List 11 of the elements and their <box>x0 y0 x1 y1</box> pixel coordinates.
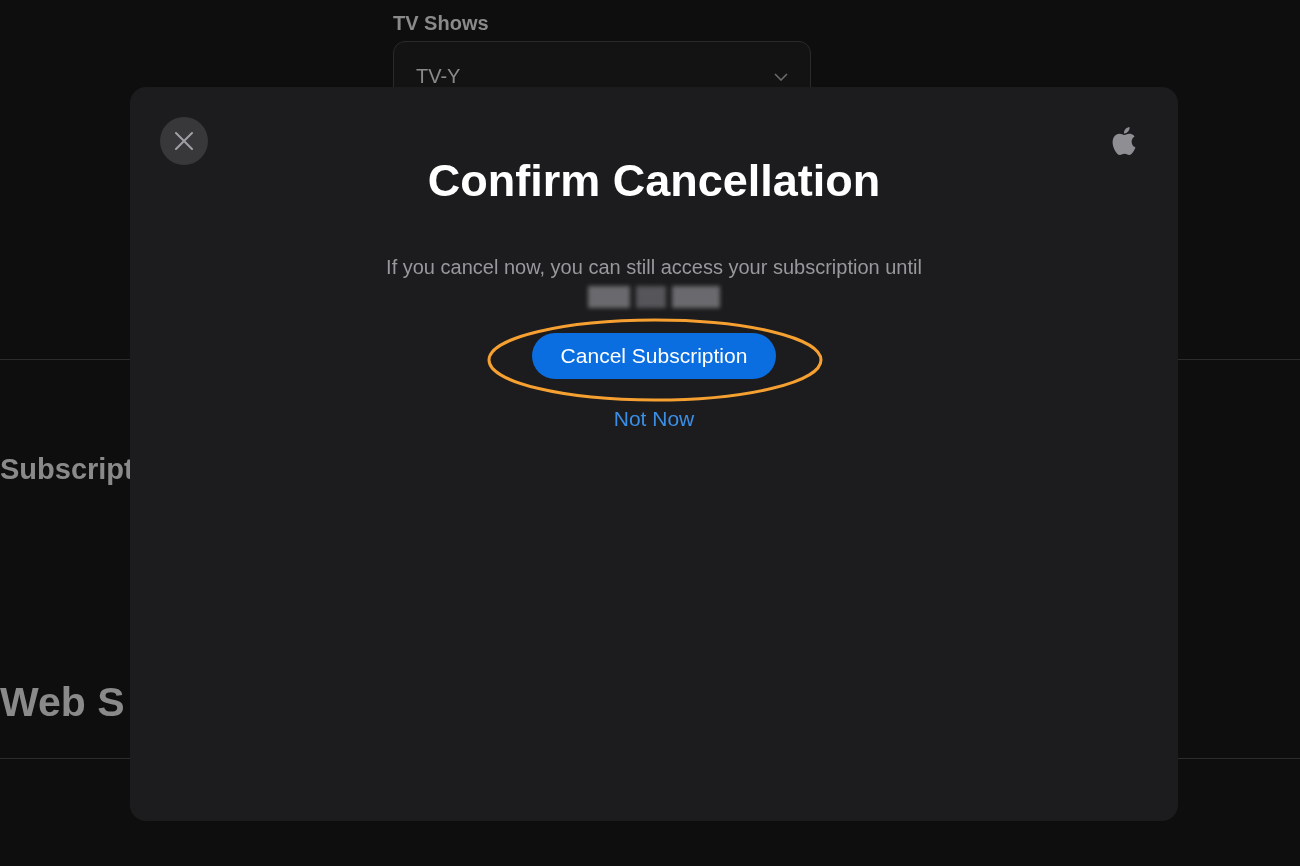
not-now-link[interactable]: Not Now <box>613 406 695 432</box>
cancel-subscription-button[interactable]: Cancel Subscription <box>532 333 776 379</box>
chevron-down-icon <box>774 73 788 81</box>
close-button[interactable] <box>160 117 208 165</box>
section-heading: Subscript <box>0 452 135 486</box>
field-label: TV Shows <box>393 11 490 35</box>
section-heading: Web S <box>0 678 126 726</box>
dialog-message: If you cancel now, you can still access your subscription until <box>386 255 922 279</box>
dialog-title: Confirm Cancellation <box>427 155 881 207</box>
apple-logo-icon <box>1110 125 1138 157</box>
close-icon <box>175 132 193 150</box>
